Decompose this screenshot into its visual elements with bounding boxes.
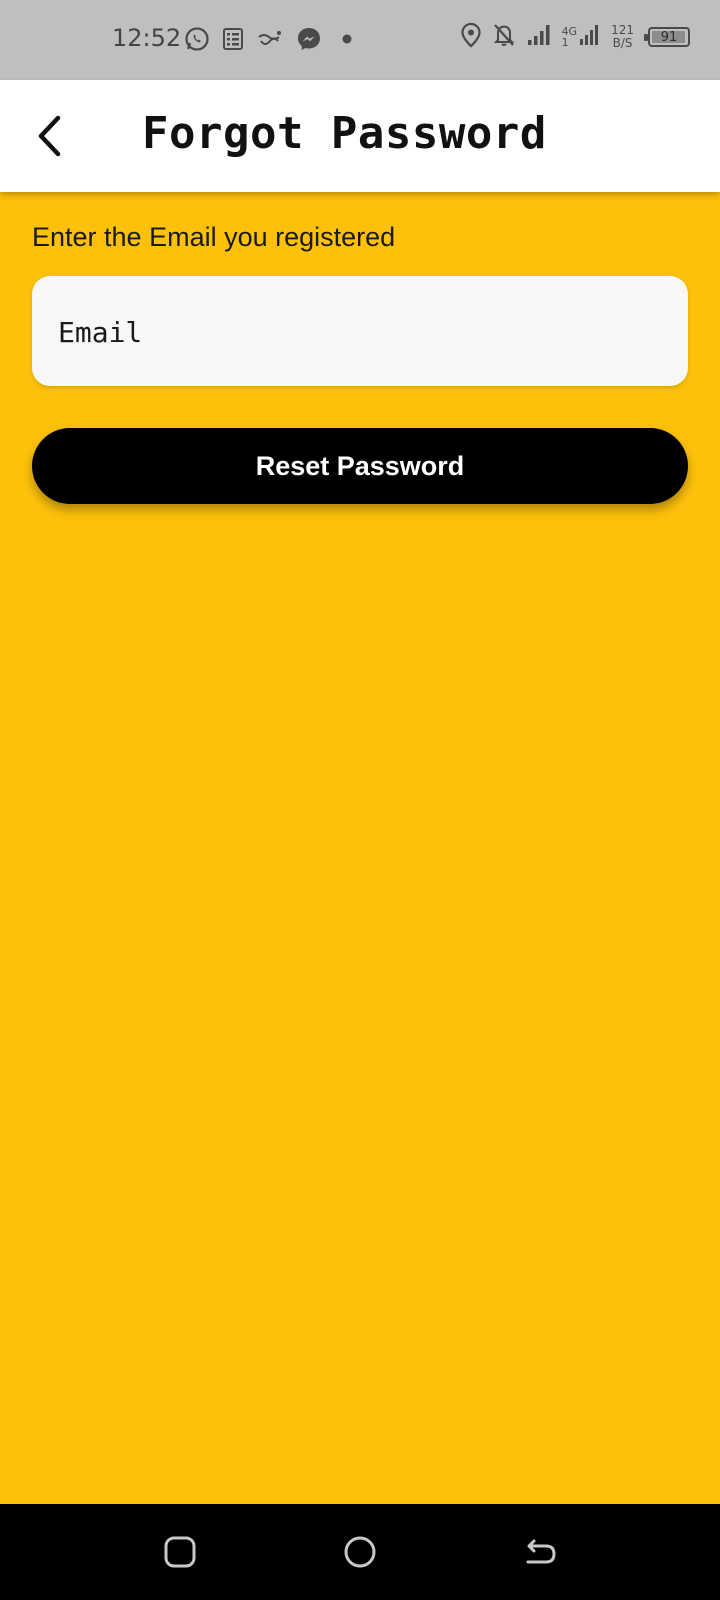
swiggy-icon <box>256 27 284 55</box>
back-button[interactable] <box>20 106 80 166</box>
net-speed: 121 B/S <box>611 24 634 50</box>
home-icon <box>344 1536 376 1568</box>
network-sub-label: 1 <box>561 36 569 49</box>
recent-apps-button[interactable] <box>156 1528 204 1576</box>
home-button[interactable] <box>336 1528 384 1576</box>
page-title: Forgot Password <box>142 108 547 159</box>
instruction-label: Enter the Email you registered <box>32 222 396 252</box>
status-time: 12:52 <box>112 24 182 52</box>
email-field-container[interactable] <box>32 276 688 388</box>
signal-4g-icon <box>579 23 601 51</box>
signal-icon <box>526 23 552 51</box>
battery-level: 91 <box>660 29 678 45</box>
bell-off-icon <box>492 22 516 52</box>
list-icon <box>222 27 244 55</box>
system-icons: 4G 1 121 B/S 91 <box>460 22 690 52</box>
reset-password-button[interactable]: Reset Password <box>32 428 688 504</box>
recent-apps-icon <box>164 1536 196 1568</box>
messenger-icon <box>296 26 322 56</box>
location-icon <box>460 22 482 52</box>
navigation-bar <box>0 1504 720 1600</box>
status-bar: 12:52 4G 1 121 B/S 91 <box>0 0 720 80</box>
email-field[interactable] <box>56 276 668 388</box>
dot-icon <box>334 26 360 56</box>
chevron-left-icon <box>38 115 61 157</box>
battery-icon: 91 <box>644 27 690 47</box>
network-type: 4G 1 <box>562 26 578 48</box>
back-icon <box>526 1539 556 1564</box>
app-bar: Forgot Password <box>0 80 720 192</box>
nav-back-button[interactable] <box>516 1528 564 1576</box>
net-speed-unit: B/S <box>612 36 633 50</box>
whatsapp-icon <box>184 26 210 56</box>
forgot-password-screen: 12:52 4G 1 121 B/S 91 Forgot Password En… <box>0 0 720 1600</box>
notification-icons <box>184 26 360 56</box>
